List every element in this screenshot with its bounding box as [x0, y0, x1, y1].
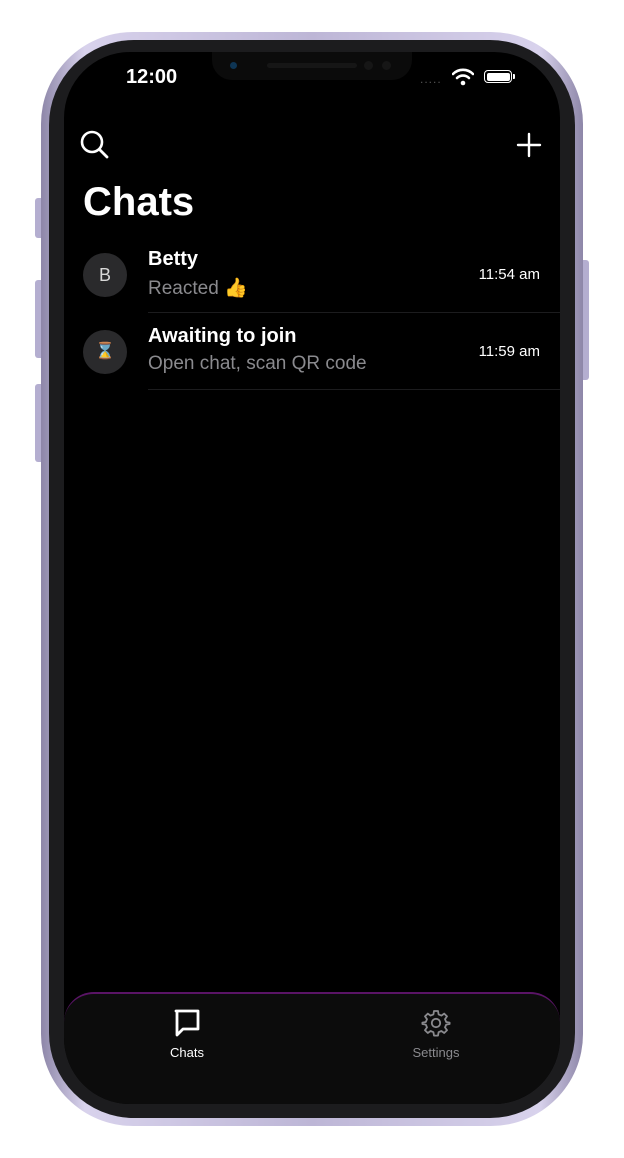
power-button — [583, 260, 589, 380]
tab-bar: Chats Settings — [64, 992, 560, 1104]
plus-icon — [516, 132, 542, 158]
avatar: B — [83, 253, 127, 297]
tab-chats[interactable]: Chats — [127, 1008, 247, 1060]
tab-label: Settings — [412, 1045, 460, 1060]
chat-bubble-icon — [174, 1009, 200, 1037]
chat-name: Betty — [148, 248, 199, 270]
chat-row-awaiting[interactable]: ⌛ Awaiting to join Open chat, scan QR co… — [64, 313, 560, 390]
speaker-grille — [267, 63, 357, 68]
new-chat-button[interactable] — [512, 128, 546, 162]
wifi-icon — [452, 68, 474, 86]
hourglass-icon: ⌛ — [83, 330, 127, 374]
signal-icon: ..... — [420, 72, 442, 86]
search-icon — [80, 130, 109, 159]
search-button[interactable] — [78, 128, 112, 162]
battery-icon — [484, 70, 515, 83]
notch — [212, 52, 412, 80]
status-time: 12:00 — [126, 66, 178, 88]
row-divider — [148, 389, 560, 390]
tab-label: Chats — [170, 1045, 204, 1060]
tab-settings[interactable]: Settings — [376, 1008, 496, 1060]
chat-row-betty[interactable]: B Betty Reacted 👍 11:54 am — [64, 236, 560, 313]
sensor — [364, 61, 373, 70]
chat-name: Awaiting to join — [148, 325, 297, 347]
sensor — [382, 61, 391, 70]
silent-switch — [35, 198, 41, 238]
chat-time: 11:59 am — [478, 343, 540, 360]
chat-time: 11:54 am — [478, 266, 540, 283]
page-title: Chats — [83, 180, 195, 224]
gear-icon — [421, 1010, 451, 1037]
chat-preview: Open chat, scan QR code — [148, 353, 367, 374]
volume-up-button — [35, 280, 41, 358]
chat-preview: Reacted 👍 — [148, 278, 248, 299]
camera-icon — [230, 62, 237, 69]
app-screen: 12:00 ..... Chats B Betty Reacted 👍 11:5… — [64, 52, 560, 1104]
volume-down-button — [35, 384, 41, 462]
